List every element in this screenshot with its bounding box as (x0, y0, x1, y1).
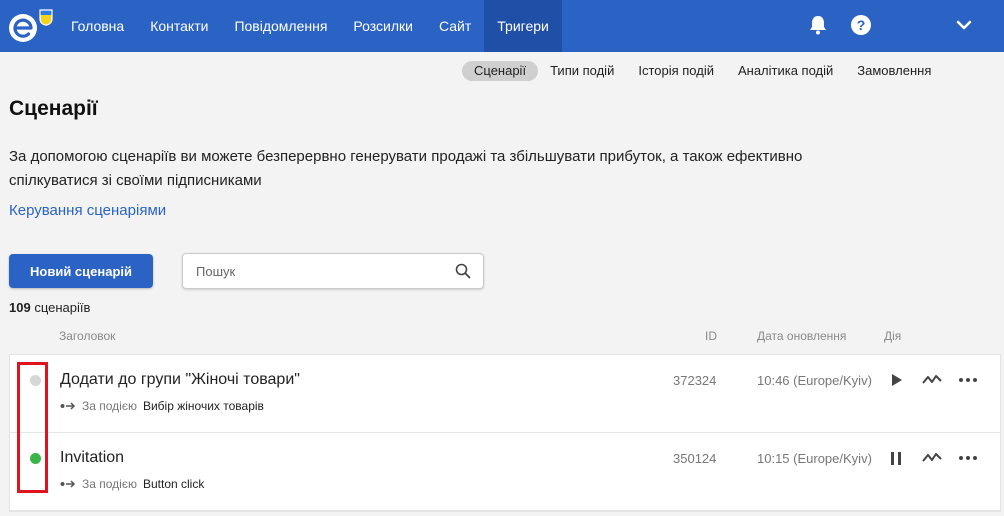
column-header-action: Дія (884, 329, 902, 343)
tab-event-analytics[interactable]: Аналітика подій (726, 61, 845, 81)
top-navigation-bar: Головна Контакти Повідомлення Розсилки С… (0, 0, 1004, 52)
trigger-prefix: За подією (82, 477, 137, 491)
tab-orders[interactable]: Замовлення (845, 61, 943, 81)
trigger-event: Button click (142, 477, 205, 491)
status-indicator-inactive (30, 375, 41, 386)
page-description: За допомогою сценаріїв ви можете безпере… (9, 148, 803, 189)
scenario-trigger: За подією Button click (60, 477, 204, 491)
nav-item-triggers[interactable]: Тригери (484, 0, 562, 52)
scenario-count-label: сценаріїв (34, 300, 91, 315)
help-icon[interactable]: ? (849, 13, 873, 37)
analytics-icon[interactable] (921, 369, 943, 391)
scenario-count: 109 сценаріїв (9, 300, 90, 315)
scenario-count-number: 109 (9, 300, 31, 315)
scenario-id: 350124 (673, 451, 717, 466)
more-icon[interactable] (957, 447, 979, 469)
scenario-title[interactable]: Invitation (60, 449, 124, 467)
page-title: Сценарії (9, 97, 98, 120)
scenario-title[interactable]: Додати до групи "Жіночі товари" (60, 371, 300, 389)
sub-tabs: Сценарії Типи подій Історія подій Аналіт… (462, 61, 943, 81)
chevron-down-icon[interactable] (952, 13, 976, 37)
nav-item-home[interactable]: Головна (58, 0, 137, 52)
trigger-arrow-icon (60, 480, 76, 488)
scenarios-table: Додати до групи "Жіночі товари" За подіє… (9, 354, 1001, 512)
scenario-trigger: За подією Вибір жіночих товарів (60, 399, 264, 413)
manage-scenarios-link[interactable]: Керування сценаріями (9, 202, 166, 219)
scenario-id: 372324 (673, 373, 717, 388)
more-icon[interactable] (957, 369, 979, 391)
table-row[interactable]: Додати до групи "Жіночі товари" За подіє… (10, 355, 1000, 433)
tab-event-history[interactable]: Історія подій (626, 61, 726, 81)
scenario-updated: 10:46 (Europe/Kyiv) (757, 373, 872, 388)
nav-item-campaigns[interactable]: Розсилки (340, 0, 426, 52)
trigger-prefix: За подією (82, 399, 137, 413)
column-header-updated: Дата оновлення (757, 329, 847, 343)
search-icon[interactable] (455, 263, 471, 279)
nav-item-site[interactable]: Сайт (426, 0, 484, 52)
new-scenario-button[interactable]: Новий сценарій (9, 254, 153, 288)
analytics-icon[interactable] (921, 447, 943, 469)
play-icon[interactable] (885, 369, 907, 391)
search-box (182, 253, 484, 289)
tab-event-types[interactable]: Типи подій (538, 61, 626, 81)
pause-icon[interactable] (885, 447, 907, 469)
column-header-title: Заголовок (59, 329, 116, 343)
search-input[interactable] (196, 262, 446, 280)
trigger-event: Вибір жіночих товарів (142, 399, 264, 413)
trigger-arrow-icon (60, 402, 76, 410)
nav-item-contacts[interactable]: Контакти (137, 0, 221, 52)
column-header-id: ID (705, 329, 717, 343)
tab-scenarios[interactable]: Сценарії (462, 61, 539, 81)
bell-icon[interactable] (806, 13, 830, 37)
main-nav: Головна Контакти Повідомлення Розсилки С… (58, 0, 562, 52)
logo-icon[interactable] (6, 8, 56, 46)
scenario-updated: 10:15 (Europe/Kyiv) (757, 451, 872, 466)
svg-text:?: ? (857, 17, 866, 33)
table-row[interactable]: Invitation За подією Button click 350124… (10, 433, 1000, 511)
nav-item-messages[interactable]: Повідомлення (221, 0, 340, 52)
status-indicator-active (30, 453, 41, 464)
